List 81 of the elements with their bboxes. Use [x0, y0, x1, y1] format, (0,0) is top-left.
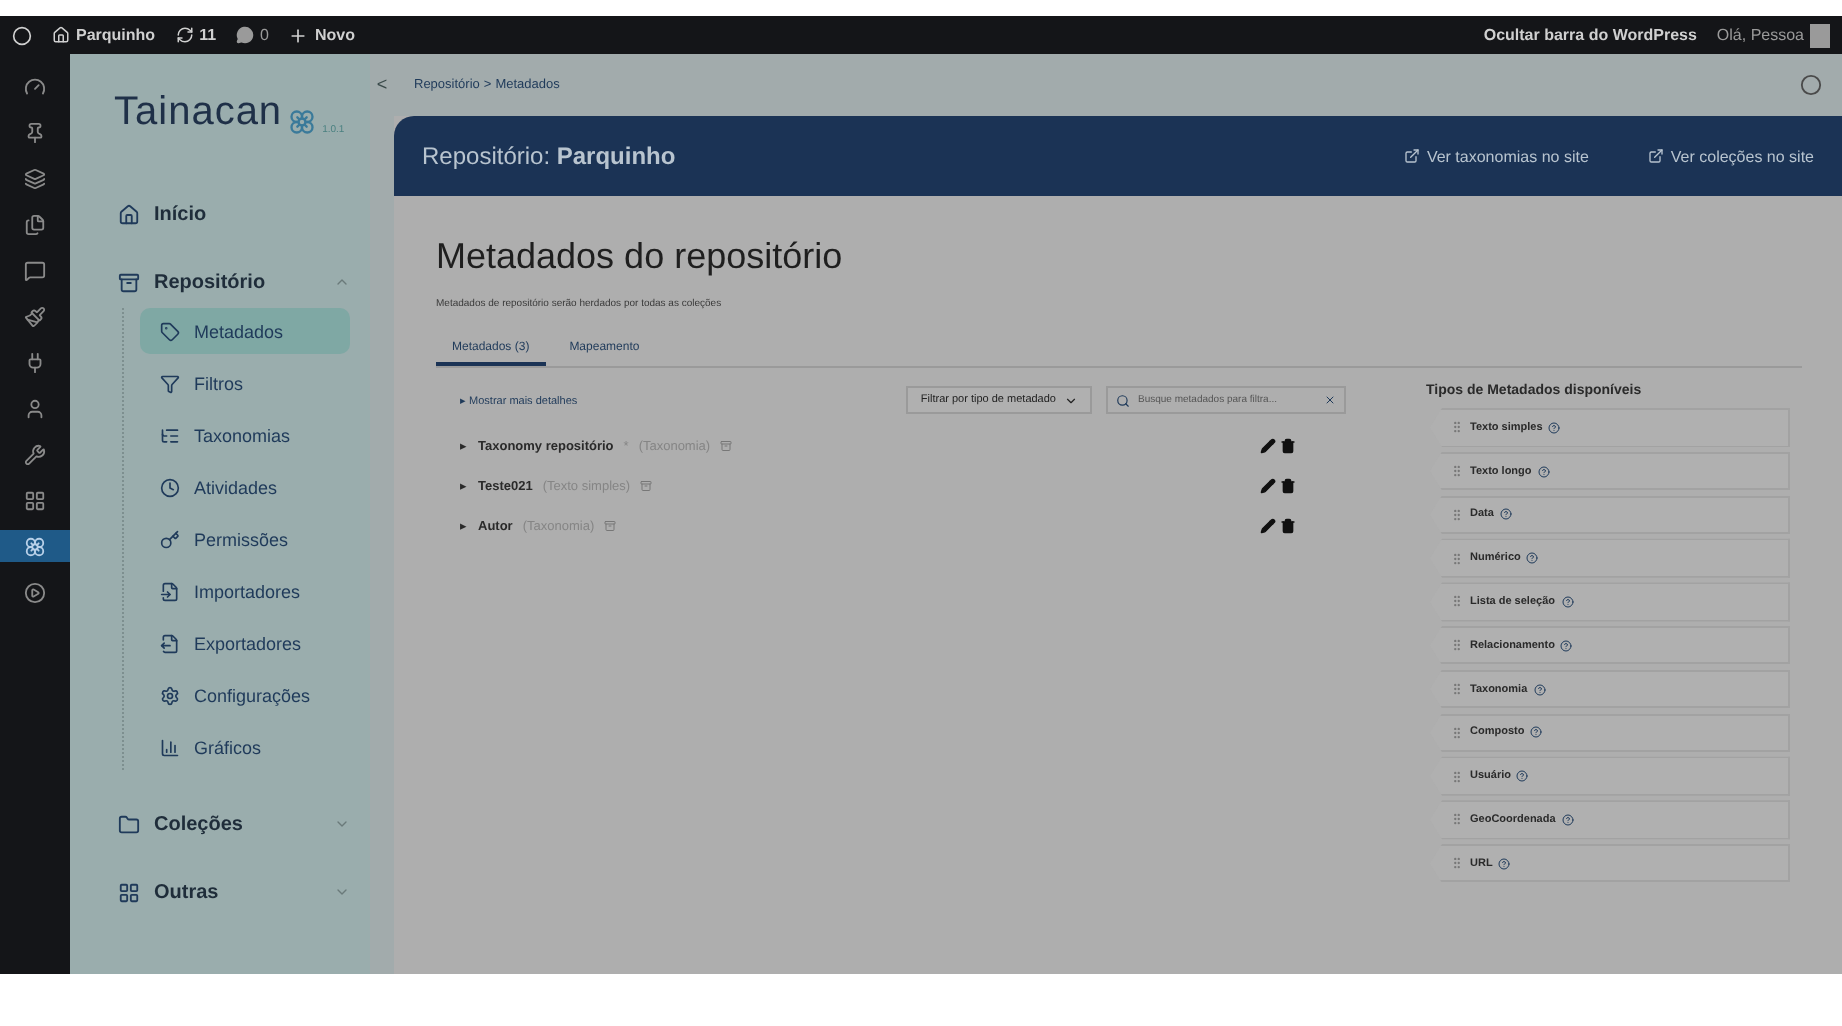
help-icon[interactable] [1530, 726, 1543, 739]
comments-link[interactable]: 0 [236, 26, 269, 44]
edit-icon[interactable] [1260, 478, 1276, 494]
help-icon[interactable] [1533, 683, 1546, 696]
plus-icon [288, 25, 309, 45]
trash-icon[interactable] [1280, 518, 1296, 534]
comment-icon [236, 26, 255, 44]
flower-icon [24, 535, 46, 557]
caret-icon [1064, 393, 1078, 407]
tag-icon [160, 321, 180, 341]
external-link-icon [1404, 148, 1421, 164]
list-tree-icon [160, 425, 180, 445]
comment-icon [24, 259, 46, 281]
user-icon [24, 397, 46, 419]
menu-button[interactable] [0, 530, 70, 562]
page-title: Metadados do repositório [436, 236, 845, 278]
sidebar-item[interactable]: Repositório [102, 256, 350, 308]
hide-bar-link[interactable]: Ocultar barra do WordPress [1483, 26, 1697, 44]
help-icon[interactable] [1526, 552, 1539, 565]
import-icon [160, 581, 180, 601]
archive-icon [640, 480, 653, 492]
help-icon[interactable] [1561, 813, 1574, 826]
gauge-icon [24, 75, 46, 97]
brush-icon [24, 305, 46, 327]
clock-icon [160, 477, 180, 497]
pin-icon [24, 121, 46, 143]
grid-icon [118, 881, 140, 903]
archive-icon [720, 440, 733, 452]
sidebar-subitem[interactable]: Filtros [140, 360, 350, 406]
pages-icon [24, 213, 46, 235]
help-icon[interactable] [1499, 508, 1512, 521]
grid-icon [24, 489, 46, 511]
account-link[interactable]: Olá, Pessoa [1716, 23, 1830, 47]
help-icon[interactable] [1498, 857, 1511, 870]
home-icon [118, 203, 140, 225]
sidebar-item[interactable]: Coleções [102, 798, 350, 850]
sidebar-subitem[interactable]: Importadores [140, 568, 350, 614]
edit-icon[interactable] [1260, 438, 1276, 454]
help-icon[interactable] [1560, 639, 1573, 652]
sidebar-subitem[interactable]: Exportadores [140, 620, 350, 666]
trash-icon[interactable] [1280, 478, 1296, 494]
settings-icon [160, 685, 180, 705]
updates-link[interactable]: 11 [175, 26, 217, 44]
archive-icon [604, 520, 617, 532]
sidebar-subitem[interactable]: Configurações [140, 672, 350, 718]
help-icon[interactable] [1548, 421, 1561, 434]
search-icon [1116, 393, 1130, 407]
home-icon [52, 26, 70, 44]
archive-icon [118, 271, 140, 293]
plug-icon [24, 351, 46, 373]
help-icon[interactable] [1537, 465, 1550, 478]
logo-text: Tainacan [114, 90, 283, 136]
header-link[interactable]: Ver coleções no site [1648, 147, 1814, 165]
key-icon [160, 529, 180, 549]
header-title: Repositório: Parquinho [422, 142, 676, 170]
refresh-icon [175, 26, 194, 44]
new-link[interactable]: Novo [288, 25, 355, 45]
edit-icon[interactable] [1260, 518, 1276, 534]
sidebar-item[interactable]: Outras [102, 866, 350, 918]
play-icon [24, 581, 46, 603]
circle-icon [1800, 74, 1822, 96]
help-icon[interactable] [1516, 770, 1529, 783]
site-link[interactable]: Parquinho [52, 26, 156, 44]
layers-icon [24, 167, 46, 189]
folder-icon [118, 813, 140, 835]
bar-chart-icon [160, 737, 180, 757]
sidebar-item[interactable]: Início [102, 188, 350, 240]
flower-logo-icon [288, 108, 317, 136]
wrench-icon [24, 443, 46, 465]
sidebar-subitem[interactable]: Metadados [140, 308, 350, 354]
clear-icon[interactable] [1324, 394, 1336, 406]
sidebar-subitem[interactable]: Atividades [140, 464, 350, 510]
external-link-icon [1648, 148, 1665, 164]
header-link[interactable]: Ver taxonomias no site [1404, 147, 1589, 165]
sidebar-subitem[interactable]: Taxonomias [140, 412, 350, 458]
export-icon [160, 633, 180, 653]
sidebar-subitem[interactable]: Permissões [140, 516, 350, 562]
filter-icon [160, 373, 180, 393]
help-icon[interactable] [1561, 595, 1573, 608]
sidebar-subitem[interactable]: Gráficos [140, 724, 350, 770]
trash-icon[interactable] [1280, 438, 1296, 454]
